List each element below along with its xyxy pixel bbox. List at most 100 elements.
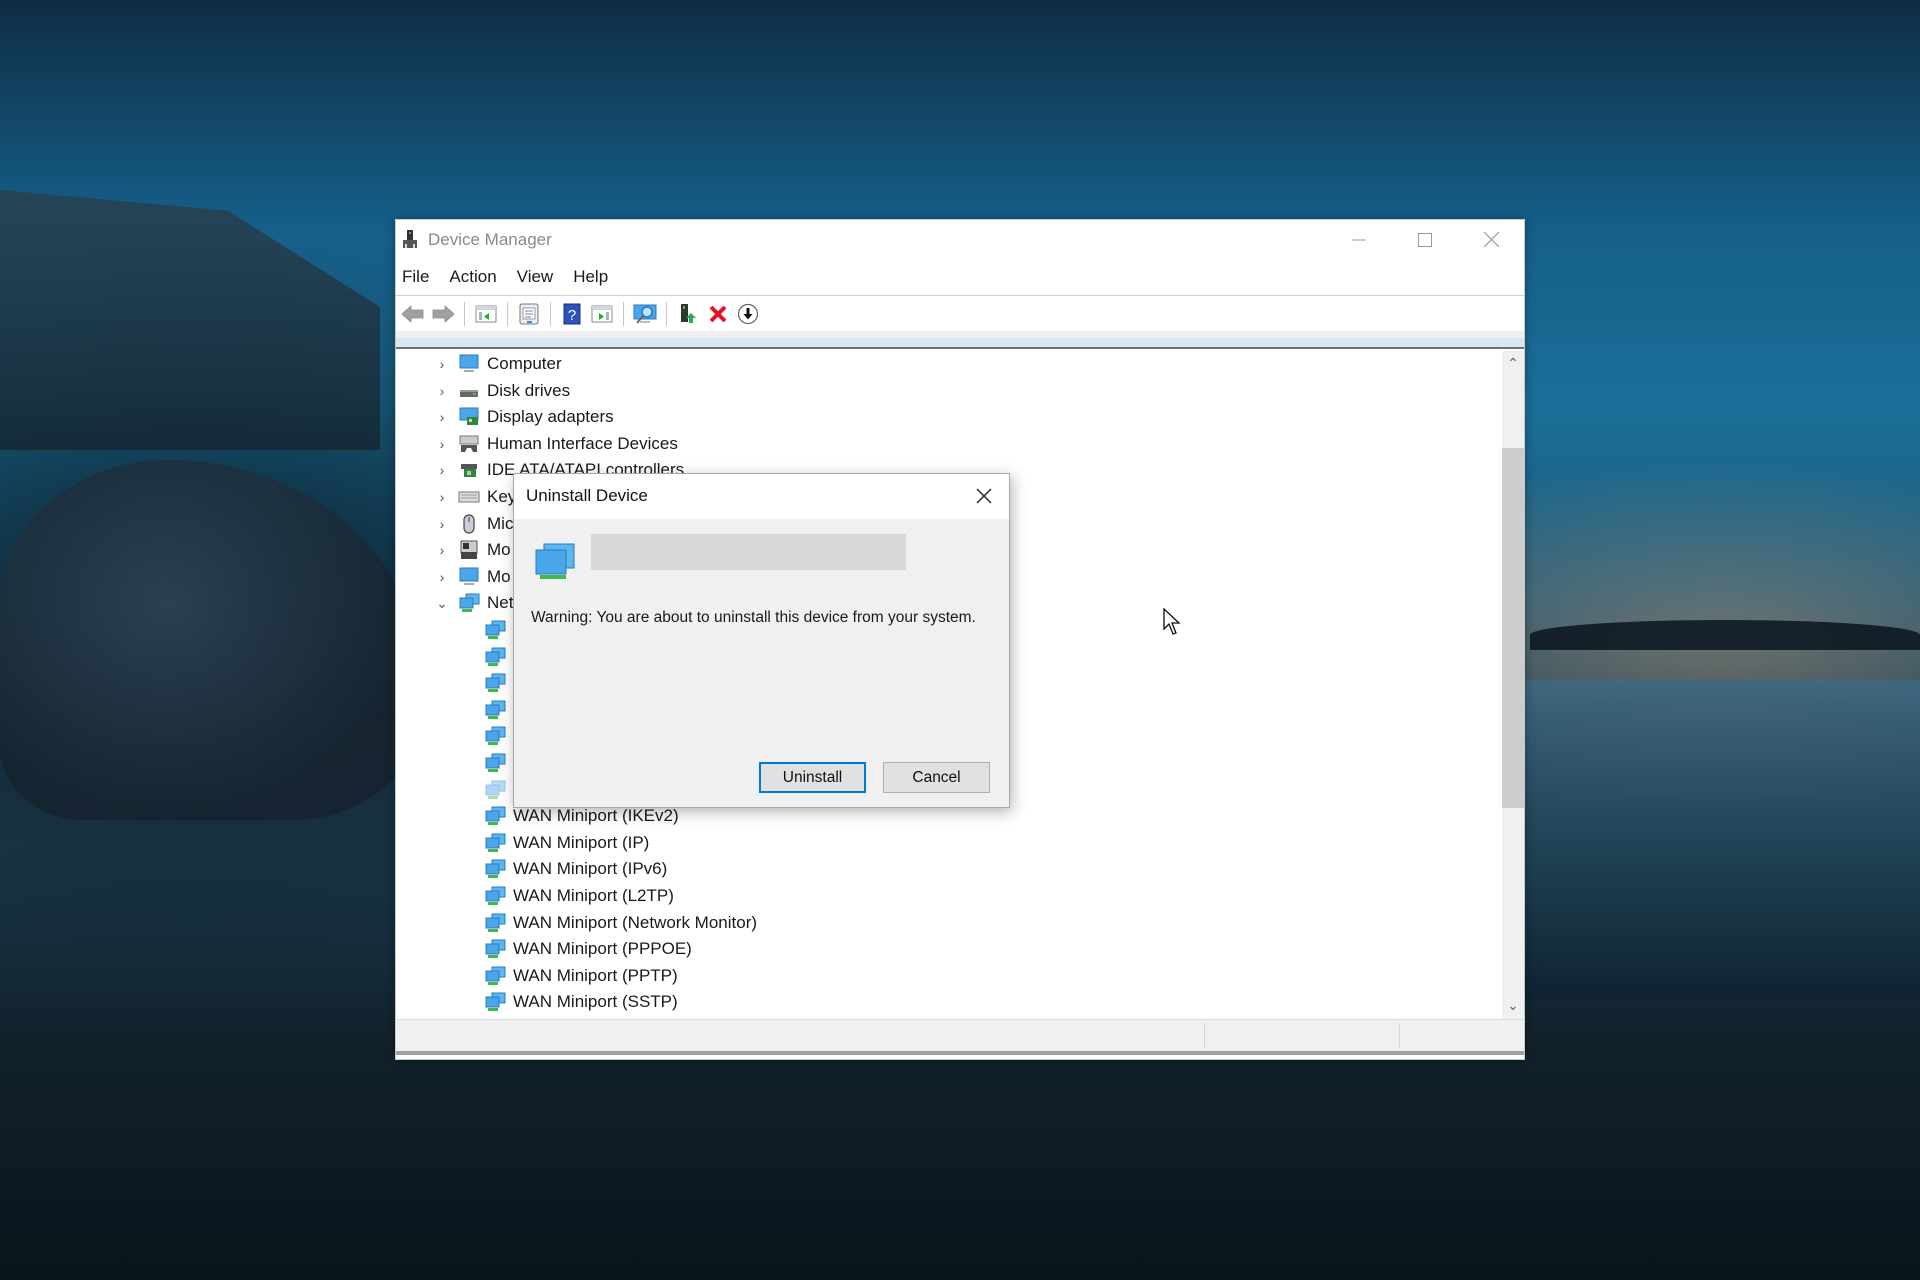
network-adapter-icon (535, 543, 575, 579)
uninstall-device-button[interactable] (703, 300, 733, 328)
chevron-right-icon[interactable]: › (434, 569, 450, 585)
tree-device-item[interactable]: WAN Miniport (IPv6) (484, 856, 667, 882)
scrollbar-thumb[interactable] (1502, 448, 1524, 808)
tree-category[interactable]: › Display adapters (434, 404, 614, 430)
chevron-right-icon[interactable]: › (434, 489, 450, 505)
tree-category[interactable]: › Human Interface Devices (434, 431, 678, 457)
menu-action[interactable]: Action (443, 267, 502, 287)
properties-icon (519, 303, 539, 325)
device-name-field (591, 534, 906, 570)
network-adapter-icon (485, 833, 506, 852)
tree-device-item[interactable] (484, 723, 513, 749)
update-driver-button[interactable] (673, 300, 703, 328)
toolbar-separator (623, 302, 624, 326)
tree-device-item[interactable] (484, 750, 513, 776)
network-adapter-icon (485, 700, 506, 719)
network-adapter-icon (485, 939, 506, 959)
tree-device-label: WAN Miniport (Network Monitor) (513, 912, 758, 932)
help-button[interactable]: ? (557, 300, 587, 328)
scroll-up-icon[interactable]: ⌃ (1502, 355, 1524, 375)
tree-device-item[interactable]: WAN Miniport (Network Monitor) (484, 910, 757, 936)
tree-category[interactable]: ⌄ Net (434, 590, 513, 616)
tree-device-item[interactable]: WAN Miniport (L2TP) (484, 883, 674, 909)
chevron-right-icon[interactable]: › (434, 409, 450, 425)
display-adapter-icon (459, 407, 479, 426)
tree-category[interactable]: › Mo (434, 564, 511, 590)
wallpaper-island (1530, 620, 1920, 650)
computer-icon (459, 354, 479, 372)
properties-button[interactable] (514, 300, 544, 328)
disable-device-button[interactable] (733, 300, 763, 328)
tree-category[interactable]: › Computer (434, 351, 562, 377)
menu-file[interactable]: File (396, 267, 435, 287)
scan-hardware-changes-button[interactable] (630, 300, 660, 328)
keyboard-icon (458, 491, 480, 503)
chevron-right-icon[interactable]: › (434, 383, 450, 399)
tree-category[interactable]: › Mic (434, 511, 513, 537)
uninstall-device-dialog: Uninstall Device Warning: You are about … (513, 473, 1010, 808)
tree-device-item[interactable]: WAN Miniport (SSTP) (484, 989, 678, 1015)
menu-help[interactable]: Help (567, 267, 614, 287)
network-adapter-icon (485, 780, 506, 799)
ide-controller-icon (461, 464, 477, 478)
chevron-right-icon[interactable]: › (434, 516, 450, 532)
mouse-cursor-icon (1163, 607, 1181, 635)
chevron-down-icon[interactable]: ⌄ (434, 595, 450, 612)
forward-button[interactable] (428, 300, 458, 328)
help-icon: ? (563, 303, 581, 325)
network-adapter-icon (485, 859, 506, 879)
dialog-title-bar[interactable]: Uninstall Device (514, 474, 1009, 519)
tree-category[interactable]: › Key (434, 484, 517, 510)
chevron-right-icon[interactable]: › (434, 436, 450, 452)
scroll-down-icon[interactable]: ⌄ (1502, 997, 1524, 1017)
wallpaper-sea (1525, 680, 1920, 1000)
show-hide-console-tree-button[interactable] (471, 300, 501, 328)
tree-device-item[interactable] (484, 617, 513, 643)
tree-category[interactable]: › Mo (434, 537, 511, 563)
tree-device-item[interactable]: WAN Miniport (PPTP) (484, 963, 678, 989)
tree-device-item[interactable] (484, 644, 513, 670)
network-adapter-icon (459, 593, 480, 613)
dialog-close-button[interactable] (967, 480, 1001, 512)
show-action-pane-icon (591, 305, 613, 323)
tree-category-label: Display adapters (487, 407, 614, 427)
menu-view[interactable]: View (511, 267, 560, 287)
tree-category-label: Net (487, 593, 514, 613)
title-bar[interactable]: Device Manager (396, 220, 1524, 259)
modem-icon (460, 540, 478, 560)
status-bar (396, 1019, 1524, 1055)
uninstall-button[interactable]: Uninstall (759, 762, 866, 793)
wallpaper-building (0, 190, 380, 450)
maximize-button[interactable] (1392, 220, 1458, 259)
status-bar-pane (1399, 1023, 1400, 1048)
status-bar-pane (1204, 1023, 1205, 1048)
tree-device-label: WAN Miniport (PPTP) (513, 965, 678, 985)
cancel-button[interactable]: Cancel (883, 762, 990, 793)
tree-device-label: WAN Miniport (IP) (513, 832, 650, 852)
toolbar-separator (507, 302, 508, 326)
tree-device-item[interactable] (484, 777, 513, 803)
tree-device-item[interactable]: WAN Miniport (PPPOE) (484, 936, 692, 962)
minimize-button[interactable] (1326, 220, 1392, 259)
back-button[interactable] (398, 300, 428, 328)
tree-device-label: WAN Miniport (IKEv2) (513, 806, 679, 826)
warning-text: Warning: You are about to uninstall this… (531, 609, 976, 626)
tree-device-item[interactable] (484, 697, 513, 723)
update-driver-icon (681, 304, 696, 323)
chevron-right-icon[interactable]: › (434, 462, 450, 478)
tree-device-label: WAN Miniport (PPPOE) (513, 939, 692, 959)
toolbar-divider (396, 331, 1524, 349)
tree-device-item[interactable]: WAN Miniport (IP) (484, 830, 649, 856)
tree-device-item[interactable] (484, 670, 513, 696)
minimize-icon (1352, 239, 1366, 240)
disable-device-icon (737, 303, 759, 325)
tree-category[interactable]: › Disk drives (434, 378, 570, 404)
chevron-right-icon[interactable]: › (434, 542, 450, 558)
network-adapter-icon (485, 647, 506, 666)
vertical-scrollbar[interactable]: ⌃ ⌄ (1502, 351, 1524, 1019)
show-action-pane-button[interactable] (587, 300, 617, 328)
chevron-right-icon[interactable]: › (434, 356, 450, 372)
back-arrow-icon (401, 305, 424, 323)
close-button[interactable] (1458, 220, 1524, 259)
close-icon (1483, 232, 1499, 247)
